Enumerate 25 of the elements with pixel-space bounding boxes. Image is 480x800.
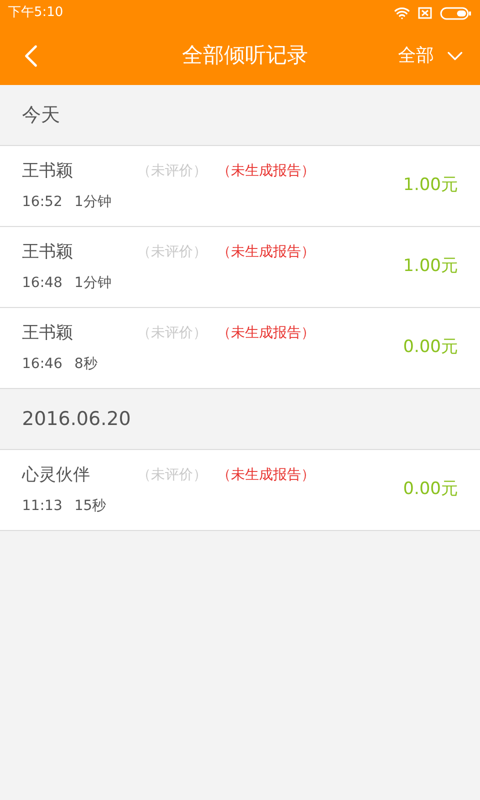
record-time: 11:13: [22, 497, 62, 516]
record-time: 16:48: [22, 274, 62, 294]
record-time: 16:46: [22, 355, 62, 374]
listener-name: 王书颖: [22, 160, 74, 183]
record-duration: 1分钟: [74, 274, 112, 294]
report-status: （未生成报告）: [217, 243, 315, 262]
page-title: 全部倾听记录: [181, 42, 309, 69]
report-status: （未生成报告）: [217, 162, 315, 181]
wifi-icon: [394, 5, 410, 21]
record-duration: 15秒: [74, 497, 106, 516]
record-price: 1.00元: [403, 174, 458, 198]
record-duration: 1分钟: [74, 193, 112, 212]
status-time: 下午5:10: [8, 4, 64, 22]
listener-name: 王书颖: [22, 240, 74, 264]
report-status: （未生成报告）: [217, 466, 315, 485]
sim-icon: [418, 7, 432, 19]
battery-icon: [440, 6, 472, 20]
listener-name: 心灵伙伴: [22, 464, 91, 487]
report-status: （未生成报告）: [217, 324, 315, 343]
record-time: 16:52: [22, 193, 62, 212]
listener-name: 王书颖: [22, 322, 74, 345]
record-price: 0.00元: [403, 336, 458, 360]
record-duration: 8秒: [74, 355, 98, 374]
record-price: 1.00元: [403, 255, 458, 278]
record-price: 0.00元: [403, 478, 458, 502]
